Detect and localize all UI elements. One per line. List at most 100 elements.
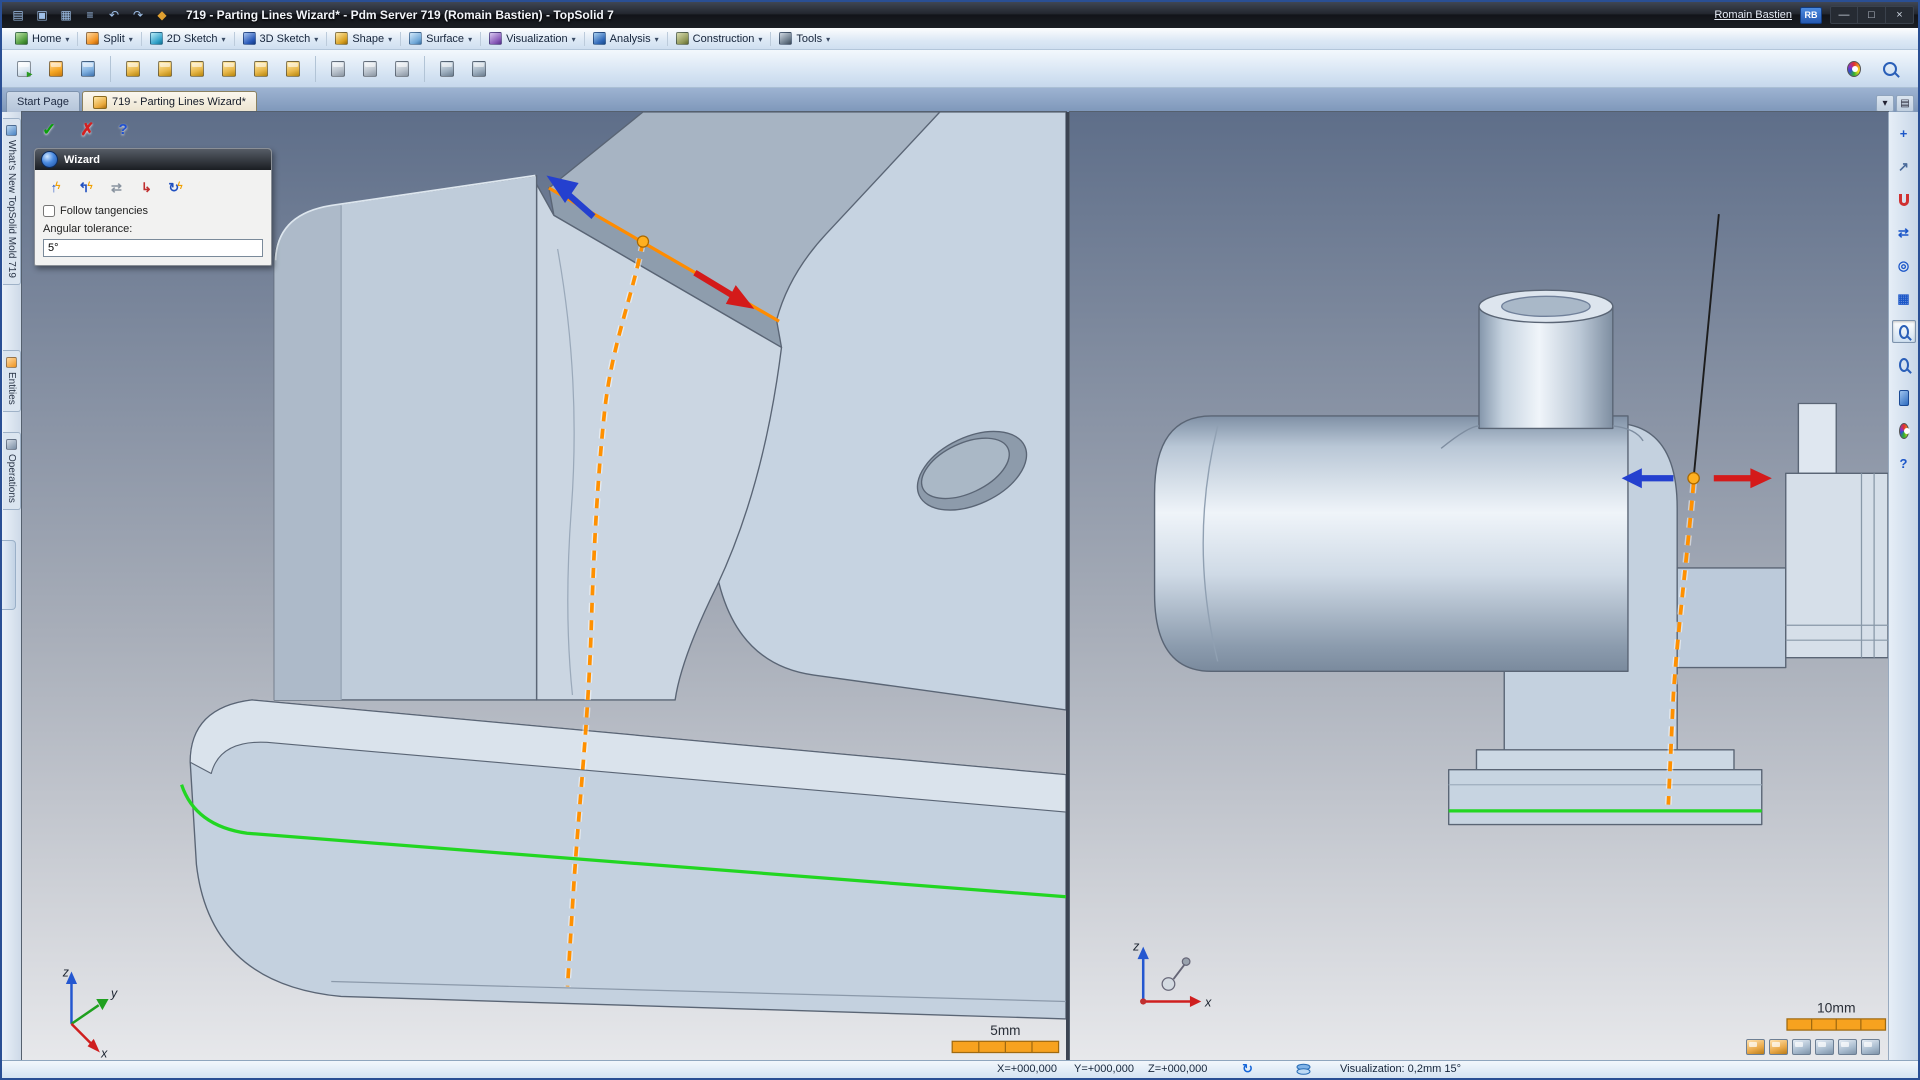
customize-icon[interactable]: ◆ [152,6,172,24]
gray-arrows-icon[interactable]: ⇄ [103,176,128,198]
view-cube-icon-4[interactable] [1815,1039,1834,1055]
menu-split[interactable]: Split [79,30,139,47]
add-icon[interactable]: + [1892,122,1916,145]
close-button[interactable]: × [1886,6,1914,24]
ejector-icon[interactable] [433,55,461,83]
menu-shape[interactable]: Shape [328,30,399,47]
zoom-window-icon[interactable] [1892,320,1916,343]
zoom-icon[interactable] [1892,353,1916,376]
view-cube-icon-2[interactable] [1769,1039,1788,1055]
palette-icon[interactable] [1892,419,1916,442]
mold-base-icon[interactable] [119,55,147,83]
user-link[interactable]: Romain Bastien [1714,9,1792,21]
maximize-button[interactable]: □ [1858,6,1886,24]
visualization-icon [489,32,502,45]
orientation-icon[interactable]: ↗ [1892,155,1916,178]
menu-home[interactable]: Home [8,30,76,47]
tab-start-page[interactable]: Start Page [6,91,80,112]
right-viewport[interactable]: z x 10mm [1070,112,1888,1060]
pdm-sync-icon[interactable] [74,55,102,83]
parting-point-handle[interactable] [1688,473,1699,484]
triad-x-label: x [1204,996,1212,1010]
menu-visualization[interactable]: Visualization [482,30,583,47]
user-badge[interactable]: RB [1800,7,1822,24]
tab-list-button[interactable]: ▾ [1876,95,1894,112]
chevron-down-icon [314,33,318,45]
view-cube-icon-6[interactable] [1861,1039,1880,1055]
undo-icon[interactable]: ↶ [104,6,124,24]
menu-analysis[interactable]: Analysis [586,30,666,47]
chevron-down-icon [758,33,762,45]
part-horizontal-cylinder [1155,416,1628,671]
analysis-icon[interactable] [465,55,493,83]
pin-panel-button[interactable]: ▤ [1896,95,1914,112]
menu-tools[interactable]: Tools [772,30,837,47]
part-geometry [190,112,1066,1019]
menu-separator [770,32,771,46]
new-document-icon[interactable]: ▤ [8,6,28,24]
chevron-down-icon [388,33,392,45]
mold-plate-top [1798,404,1836,474]
menu-surface[interactable]: Surface [402,30,479,47]
visualization-quality-icon[interactable] [1296,1063,1311,1079]
magnet-icon[interactable] [1892,188,1916,211]
new-document-icon[interactable] [10,55,38,83]
status-bar: X=+000,000 Y=+000,000 Z=+000,000 ↻ Visua… [2,1060,1918,1079]
cavity-icon[interactable] [183,55,211,83]
sidebar-tab-entities[interactable]: Entities [3,350,21,412]
render-style-icon[interactable] [1840,55,1868,83]
print-icon[interactable]: ≡ [80,6,100,24]
topsolid-window: ▤ ▣ ▦ ≡ ↶ ↷ ◆ 719 - Parting Lines Wizard… [0,0,1920,1080]
grid-view-icon[interactable]: ▦ [1892,287,1916,310]
left-viewport[interactable]: z y x 5mm ✓ ✗ ? [22,112,1066,1060]
flash-arrow-left-icon[interactable]: ↰ϟ [73,176,98,198]
save-icon[interactable]: ▣ [32,6,52,24]
follow-tangencies-checkbox[interactable] [43,205,55,217]
zoom-tool-icon[interactable] [1876,55,1904,83]
mold-template-icon[interactable] [42,55,70,83]
sync-icon[interactable]: ↻ [1242,1061,1253,1077]
core-icon[interactable] [151,55,179,83]
loop-arrow-icon[interactable]: ↻ϟ [163,176,188,198]
collapsed-panel-handle[interactable] [2,540,16,610]
shut-off-surface-icon[interactable] [279,55,307,83]
title-bar: ▤ ▣ ▦ ≡ ↶ ↷ ◆ 719 - Parting Lines Wizard… [2,2,1918,28]
cancel-button[interactable]: ✗ [74,120,100,139]
menu-construction[interactable]: Construction [669,30,770,47]
parting-line-icon[interactable] [215,55,243,83]
center-view-icon[interactable]: ◎ [1892,254,1916,277]
sidebar-tab-whats-new[interactable]: What's New TopSolid Mold 719 [3,118,21,285]
parting-surface-icon[interactable] [247,55,275,83]
view-cube-icon-3[interactable] [1792,1039,1811,1055]
parting-point-handle[interactable] [637,236,648,247]
view-controls [1746,1039,1880,1055]
angular-tolerance-input[interactable] [43,239,263,257]
wizard-header[interactable]: Wizard [35,149,271,170]
menu-separator [326,32,327,46]
whats-new-icon [6,125,17,136]
tab-parting-lines-wizard[interactable]: 719 - Parting Lines Wizard* [82,91,257,112]
menu-2d-sketch[interactable]: 2D Sketch [143,30,233,47]
slider-icon[interactable] [388,55,416,83]
view-cube-icon-1[interactable] [1746,1039,1765,1055]
save-all-icon[interactable]: ▦ [56,6,76,24]
sidebar-tab-operations[interactable]: Operations [3,432,21,510]
swap-direction-icon[interactable]: ⇄ [1892,221,1916,244]
view-cube-icon-5[interactable] [1838,1039,1857,1055]
menu-separator [667,32,668,46]
minimize-button[interactable]: — [1830,6,1858,24]
plates-icon[interactable] [324,55,352,83]
flash-arrow-up-icon[interactable]: ↑ϟ [43,176,68,198]
chevron-down-icon [468,33,472,45]
triad-x-label: x [100,1046,108,1060]
ribbon-menu-bar: Home Split 2D Sketch 3D Sketch Shape Sur… [2,28,1918,50]
help-icon[interactable]: ? [1892,452,1916,475]
help-button[interactable]: ? [113,120,134,139]
validate-button[interactable]: ✓ [36,120,62,139]
shaded-view-icon[interactable] [1892,386,1916,409]
menu-3d-sketch[interactable]: 3D Sketch [236,30,326,47]
red-arrow-icon[interactable]: ↳ [133,176,158,198]
insert-icon[interactable] [356,55,384,83]
redo-icon[interactable]: ↷ [128,6,148,24]
split-icon [86,32,99,45]
